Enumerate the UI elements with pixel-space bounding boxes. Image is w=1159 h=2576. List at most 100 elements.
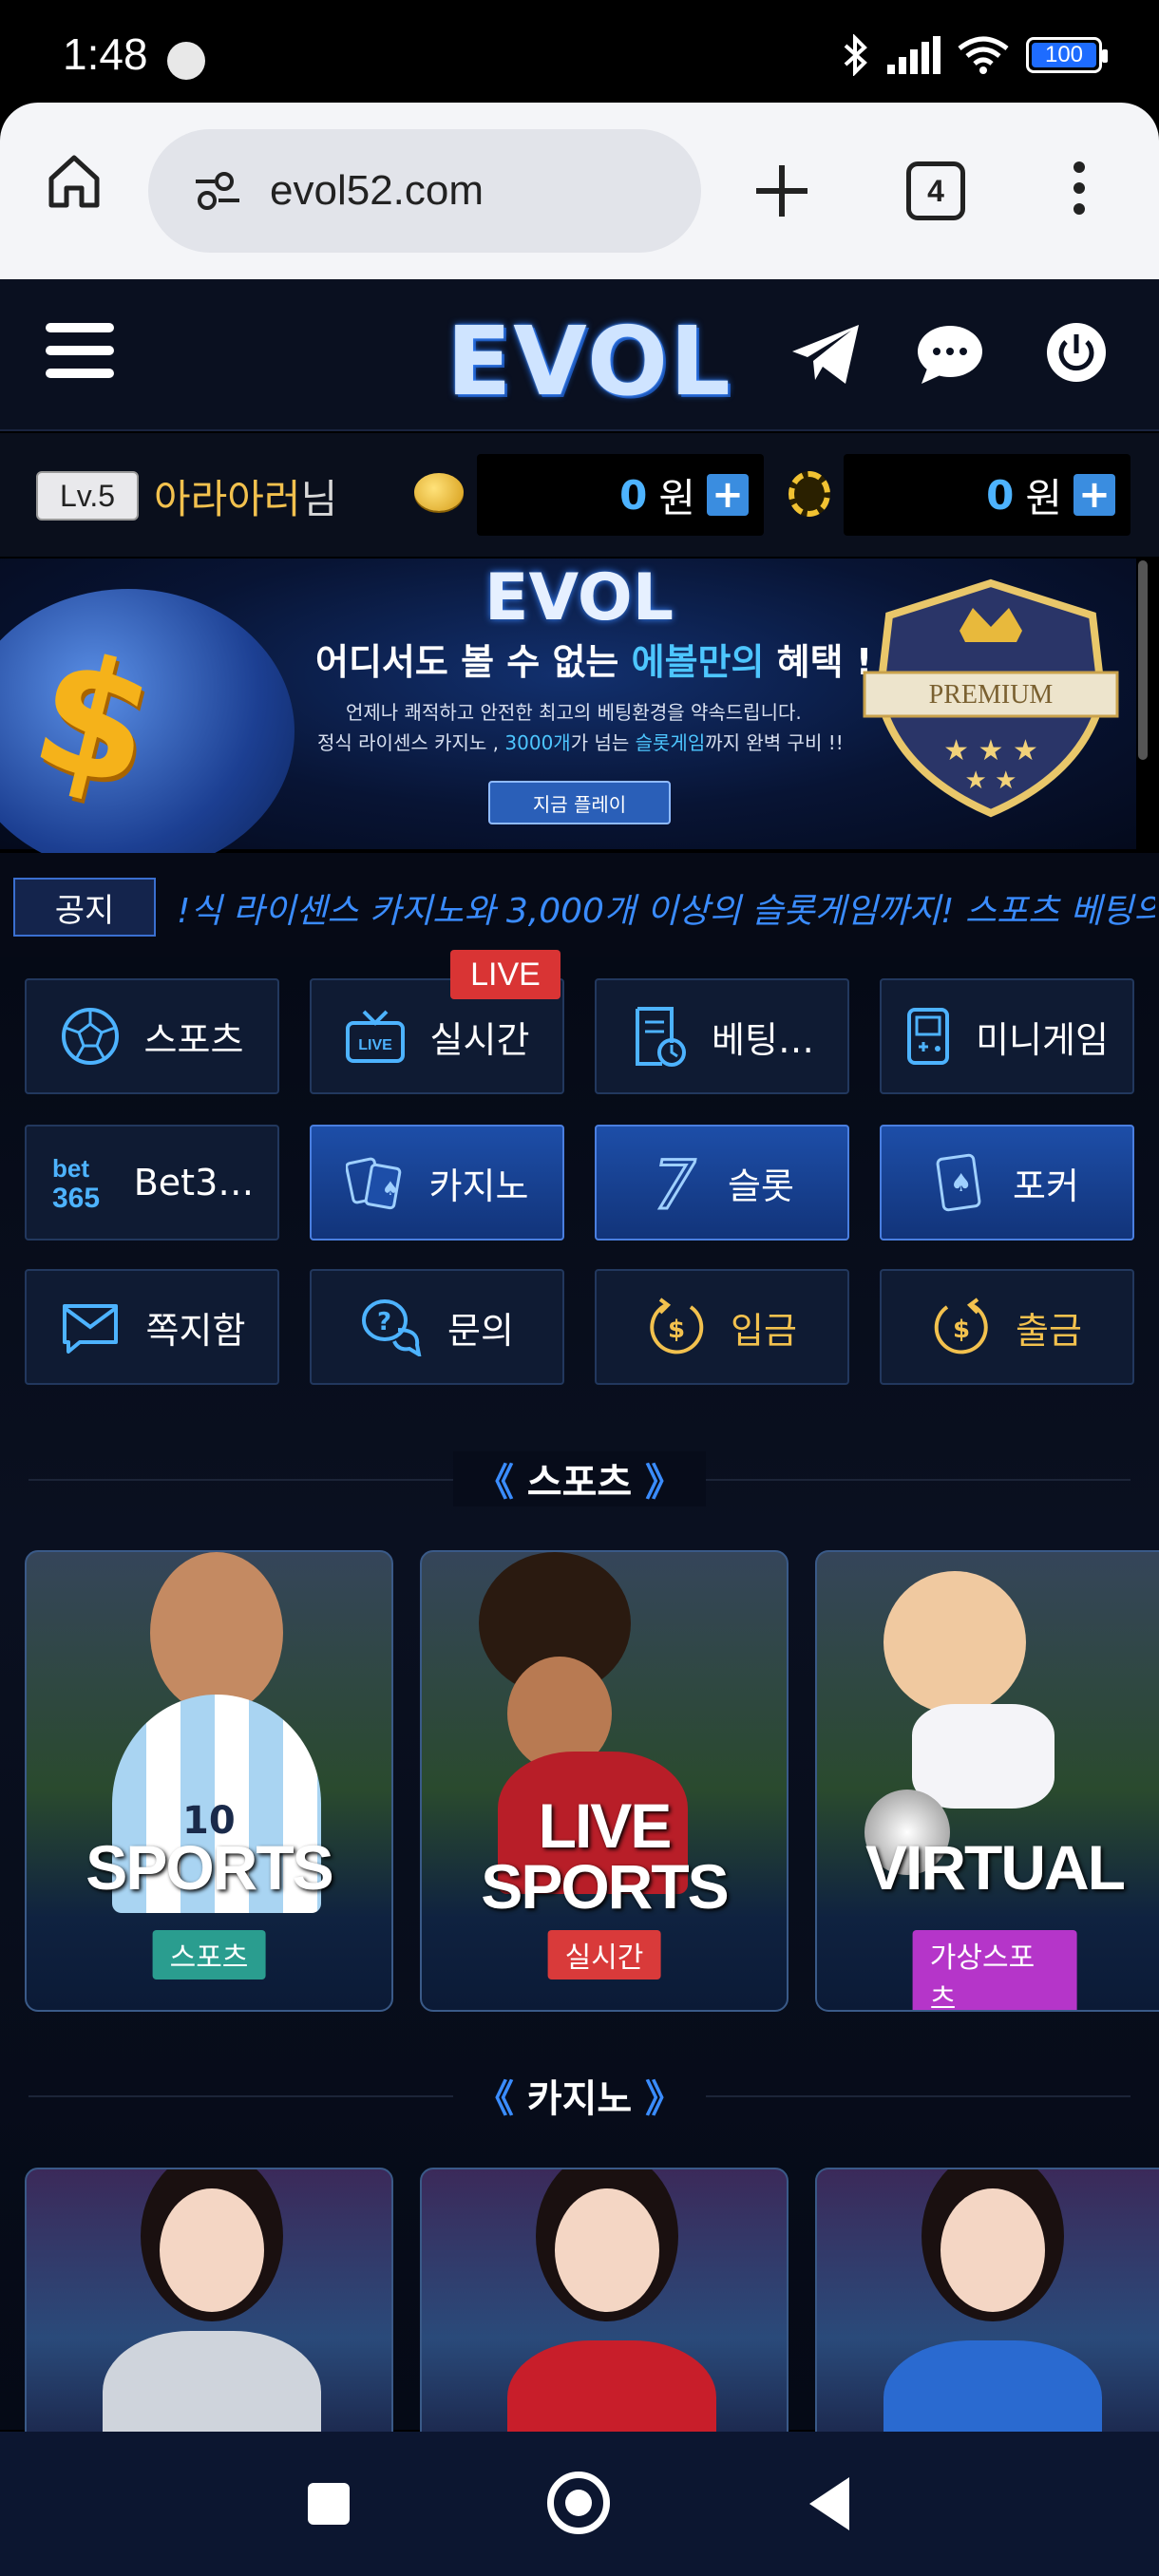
sports-card[interactable]: 10 SPORTS 스포츠	[25, 1550, 393, 2012]
menu-label: 출금	[1016, 1309, 1082, 1352]
menu-label: 쪽지함	[145, 1309, 246, 1352]
add-cash-button[interactable]: +	[707, 474, 749, 516]
menu-label: 문의	[447, 1309, 514, 1352]
site-settings-icon[interactable]	[194, 170, 241, 212]
menu-label: 미니게임	[976, 1018, 1109, 1061]
scrollbar[interactable]	[1138, 560, 1148, 760]
menu-casino[interactable]: ♠ 카지노	[310, 1125, 564, 1241]
logout-power-icon[interactable]	[1045, 321, 1108, 384]
menu-label: 포커	[1013, 1165, 1079, 1207]
currency-label: 원	[658, 474, 695, 521]
live-tag: LIVE	[450, 950, 560, 999]
menu-inquiry[interactable]: ? 문의	[310, 1269, 564, 1385]
lucky-seven-icon: 7	[653, 1151, 698, 1214]
casino-card[interactable]	[25, 2168, 393, 2453]
username: 아라아러님	[154, 476, 338, 522]
soccer-ball-icon	[61, 1008, 119, 1065]
menu-label: 실시간	[429, 1018, 530, 1061]
dealer-face-icon	[160, 2188, 264, 2312]
bluetooth-icon	[844, 34, 867, 76]
card-title: SPORTS	[86, 1832, 333, 1903]
new-tab-icon[interactable]	[750, 160, 813, 222]
jersey-icon	[912, 1704, 1054, 1809]
level-badge: Lv.5	[36, 471, 139, 521]
section-title-sports: 《 스포츠 》	[0, 1451, 1159, 1506]
menu-sports[interactable]: 스포츠	[25, 978, 279, 1094]
bet365-logo-icon: bet365	[52, 1154, 100, 1211]
betting-slip-icon	[636, 1007, 687, 1067]
browser-menu-icon[interactable]	[1074, 161, 1087, 215]
live-tv-icon: LIVE	[345, 1010, 405, 1063]
withdraw-coin-icon: $	[934, 1297, 988, 1354]
card-badge: 실시간	[547, 1930, 661, 1979]
balance-point: 0 원 +	[844, 454, 1130, 536]
url-text: evol52.com	[270, 167, 484, 214]
poker-card-icon: ♠	[936, 1153, 981, 1212]
coin-icon	[414, 473, 464, 511]
menu-messages[interactable]: 쪽지함	[25, 1269, 279, 1385]
back-icon[interactable]	[809, 2477, 849, 2530]
battery-icon: 100	[1026, 37, 1108, 73]
banner-logo: EVOL	[484, 560, 674, 635]
home-icon[interactable]	[46, 152, 103, 209]
menu-withdraw[interactable]: $ 출금	[880, 1269, 1134, 1385]
menu-deposit[interactable]: $ 입금	[595, 1269, 849, 1385]
banner-subtitle-2: 정식 라이센스 카지노 , 3000개가 넘는 슬롯게임까지 완벽 구비 !!	[317, 731, 844, 754]
menu-label: 베팅…	[712, 1018, 814, 1061]
svg-text:?: ?	[377, 1308, 391, 1336]
banner-subtitle: 언제나 쾌적하고 안전한 최고의 베팅환경을 약속드립니다.	[346, 701, 802, 724]
menu-minigame[interactable]: 미니게임	[880, 978, 1134, 1094]
menu-betting[interactable]: 베팅…	[595, 978, 849, 1094]
signal-icon	[887, 36, 940, 74]
chat-icon[interactable]	[914, 321, 986, 388]
cartoon-player-icon	[884, 1571, 1026, 1714]
svg-text:♠: ♠	[950, 1169, 972, 1198]
telegram-icon[interactable]	[788, 321, 863, 388]
notice-label: 공지	[13, 878, 156, 937]
svg-text:♠: ♠	[382, 1177, 399, 1200]
hamburger-menu-icon[interactable]	[46, 323, 114, 378]
site-logo[interactable]: EVOL	[446, 306, 732, 417]
home-nav-icon[interactable]	[547, 2472, 610, 2534]
player-figure-icon	[150, 1552, 283, 1714]
balance-cash-value: 0	[619, 471, 648, 519]
card-title: LIVE SPORTS	[481, 1790, 729, 1922]
menu-label: 카지노	[428, 1165, 529, 1207]
menu-slot[interactable]: 7 슬롯	[595, 1125, 849, 1241]
menu-label: Bet3…	[133, 1162, 255, 1203]
currency-label: 원	[1025, 474, 1062, 521]
envelope-icon	[62, 1304, 118, 1354]
menu-label: 입금	[731, 1309, 797, 1352]
bet365-logo-top: bet	[52, 1154, 89, 1183]
premium-badge-icon: PREMIUM ★ ★ ★ ★ ★	[863, 578, 1119, 818]
premium-badge-text: PREMIUM	[929, 680, 1054, 710]
menu-bet365[interactable]: bet 365 Bet3…	[25, 1125, 279, 1241]
deposit-coin-icon: $	[650, 1297, 704, 1354]
wifi-icon	[958, 36, 1009, 74]
gameboy-icon	[907, 1008, 950, 1065]
address-bar[interactable]: evol52.com	[148, 129, 701, 253]
menu-label: 슬롯	[728, 1165, 794, 1207]
notification-dot-icon	[167, 42, 205, 80]
casino-card[interactable]	[420, 2168, 788, 2453]
casino-card[interactable]	[815, 2168, 1159, 2453]
svg-text:LIVE: LIVE	[358, 1037, 392, 1053]
section-title-casino: 《 카지노 》	[0, 2067, 1159, 2124]
play-now-button[interactable]: 지금 플레이	[488, 781, 671, 824]
balance-cash: 0 원 +	[477, 454, 764, 536]
card-title: VIRTUAL	[865, 1832, 1126, 1903]
live-sports-card[interactable]: LIVE SPORTS 실시간	[420, 1550, 788, 2012]
dealer-face-icon	[555, 2188, 659, 2312]
lucky-seven-glyph: 7	[654, 1151, 696, 1214]
tab-switcher-button[interactable]: 4	[906, 161, 965, 220]
add-point-button[interactable]: +	[1074, 474, 1115, 516]
svg-text:$: $	[668, 1316, 685, 1344]
menu-poker[interactable]: ♠ 포커	[880, 1125, 1134, 1241]
balance-point-value: 0	[986, 471, 1015, 519]
banner-title: 어디서도 볼 수 없는 에볼만의 혜택 !	[315, 641, 873, 683]
svg-text:★ ★ ★: ★ ★ ★	[943, 734, 1038, 767]
recents-icon[interactable]	[308, 2483, 350, 2525]
notice-marquee[interactable]: !식 라이센스 카지노와 3,000개 이상의 슬롯게임까지! 스포츠 베팅의 …	[177, 883, 1155, 933]
virtual-sports-card[interactable]: VIRTUAL 가상스포츠	[815, 1550, 1159, 2012]
svg-text:★ ★: ★ ★	[965, 767, 1017, 795]
